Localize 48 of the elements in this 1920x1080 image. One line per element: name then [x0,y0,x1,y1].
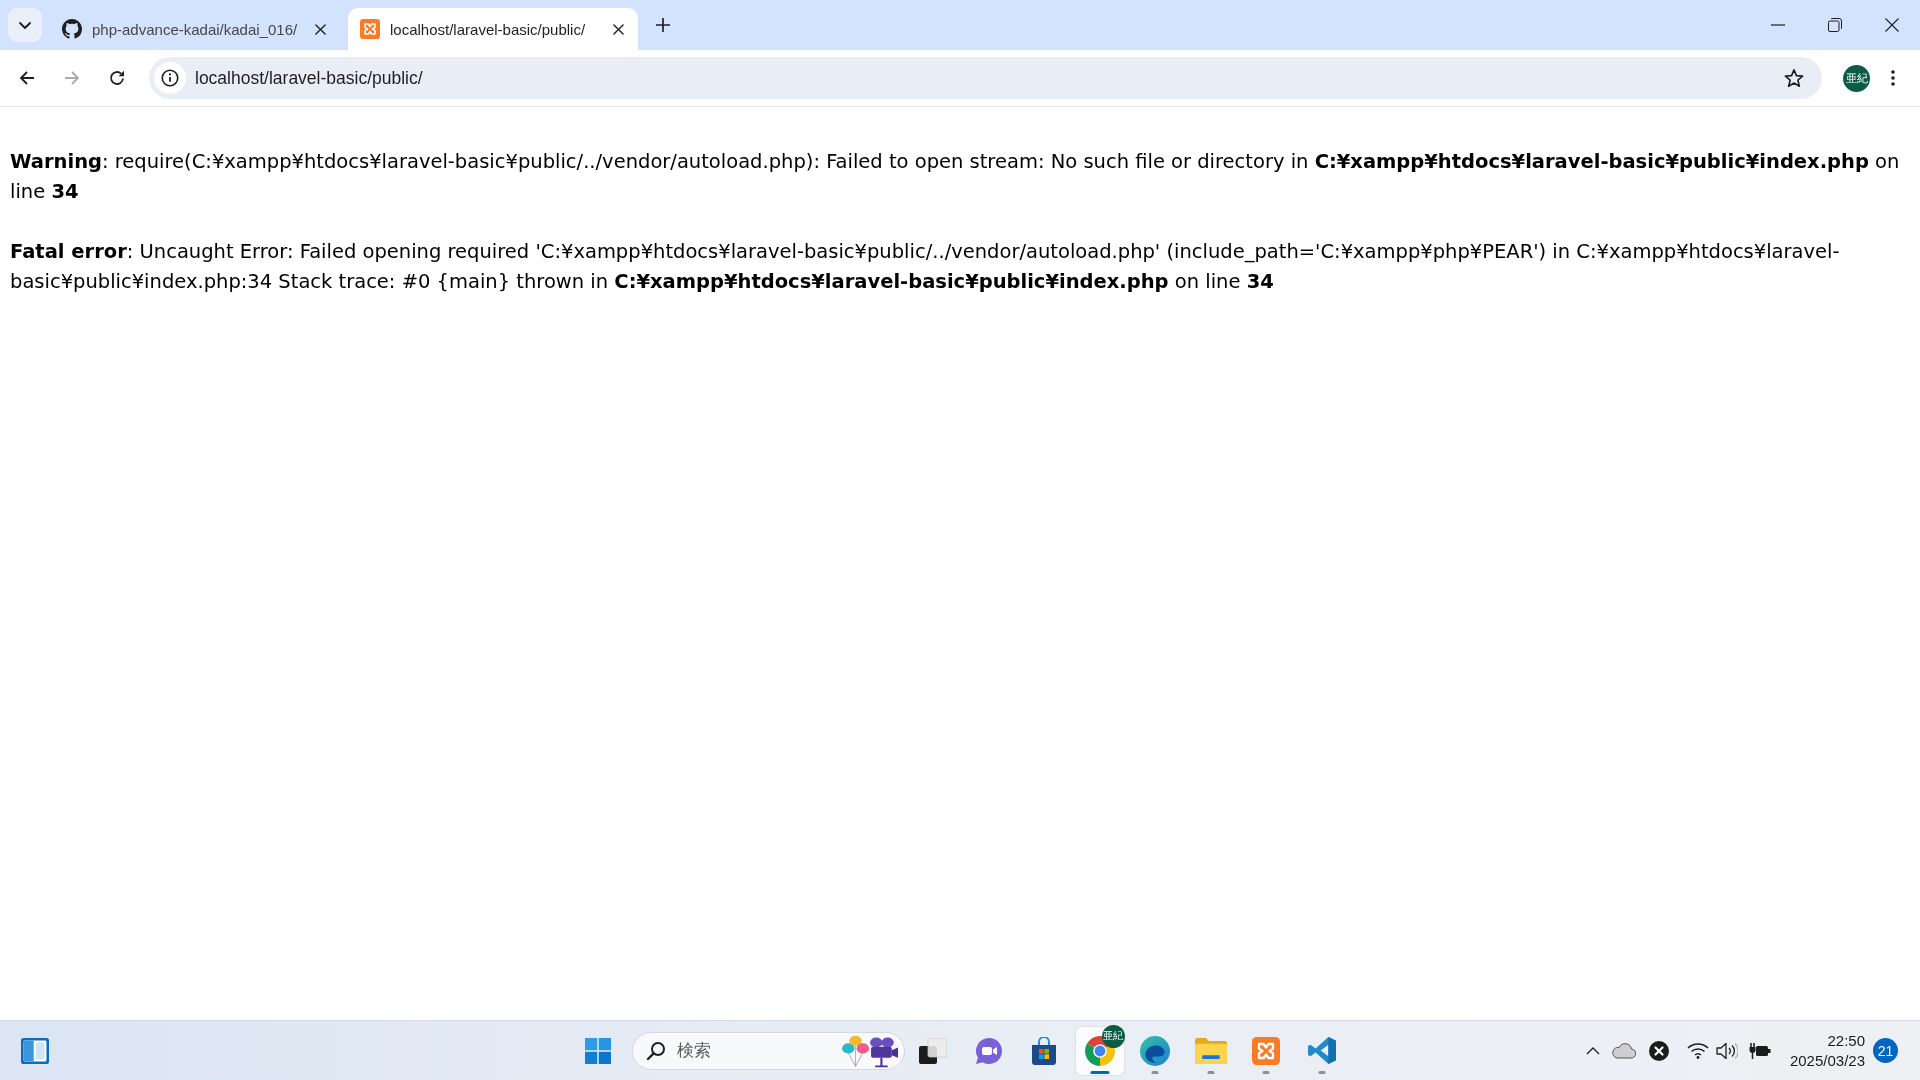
clock-date: 2025/03/23 [1789,1050,1865,1071]
profile-badge: 亜紀 [1101,1024,1125,1048]
reload-icon [109,70,125,86]
url-field[interactable]: localhost/laravel-basic/public/ [195,65,1778,91]
plus-icon [656,18,670,32]
close-icon [314,23,326,35]
wifi-icon [1687,1042,1709,1059]
close-icon [1884,18,1899,32]
info-icon [161,69,179,87]
profile-button[interactable]: 亜紀 [1843,64,1870,92]
error-message: Fatal error: Uncaught Error: Failed opening required 'C:¥xampp¥htdocs¥laravel-basic¥public/../vendor/autoload.php' (include_path='C:¥xampp¥php¥PEAR') in C:¥xampp¥htdocs¥laravel-basic¥public¥index.php:34 Stack trace: #0 {main} thrown in C:¥xampp¥htdocs¥laravel-basic¥public¥index.php on line 34 [10,239,1841,295]
notification-count[interactable]: 21 [1873,1038,1898,1063]
site-info-button[interactable] [154,62,186,94]
search-icon [646,1040,667,1061]
xampp-icon [1252,1036,1281,1065]
balloons-camera-icon [840,1033,899,1068]
clock-time: 22:50 [1827,1030,1865,1051]
vscode-icon [1307,1037,1336,1064]
tab-search-button[interactable] [8,8,42,42]
browser-tab[interactable]: php-advance-kadai/kadai_016/ [50,8,340,50]
task-view-icon [919,1037,948,1064]
star-icon [1784,68,1804,88]
error-message: Warning: require(C:¥xampp¥htdocs¥laravel-basic¥public/../vendor/autoload.php): Failed to open stream: No such file or directory in C:¥xampp¥htdocs¥laravel-basic¥public¥index.php on line 34 [10,149,1901,205]
browser-tab[interactable]: localhost/laravel-basic/public/ [348,8,638,50]
battery-plug-icon [1747,1041,1771,1060]
edge-icon [1140,1035,1171,1066]
start-icon [585,1037,612,1064]
widgets-icon[interactable] [21,1037,49,1064]
chevron-up-icon [1586,1046,1600,1055]
folder-icon [1194,1037,1227,1064]
minimize-icon [1770,24,1785,26]
cloud-icon [1610,1042,1636,1059]
error-circle-icon [1649,1040,1669,1061]
github-icon [62,19,82,39]
close-icon [612,23,624,35]
address-bar[interactable]: localhost/laravel-basic/public/ [149,57,1822,99]
taskbar-button[interactable]: 亜紀 [1075,1026,1124,1075]
xampp-icon [360,19,380,39]
search-field[interactable]: 検索 [632,1031,906,1070]
chevron-down-icon [19,21,31,29]
chat-icon [974,1036,1003,1065]
restore-icon [1827,18,1842,32]
arrow-left-icon [19,70,35,86]
kebab-menu-icon [1891,70,1895,86]
search-input[interactable]: 検索 [677,1040,841,1061]
speaker-icon [1716,1041,1738,1060]
store-icon [1031,1036,1058,1065]
arrow-right-icon [64,70,80,86]
